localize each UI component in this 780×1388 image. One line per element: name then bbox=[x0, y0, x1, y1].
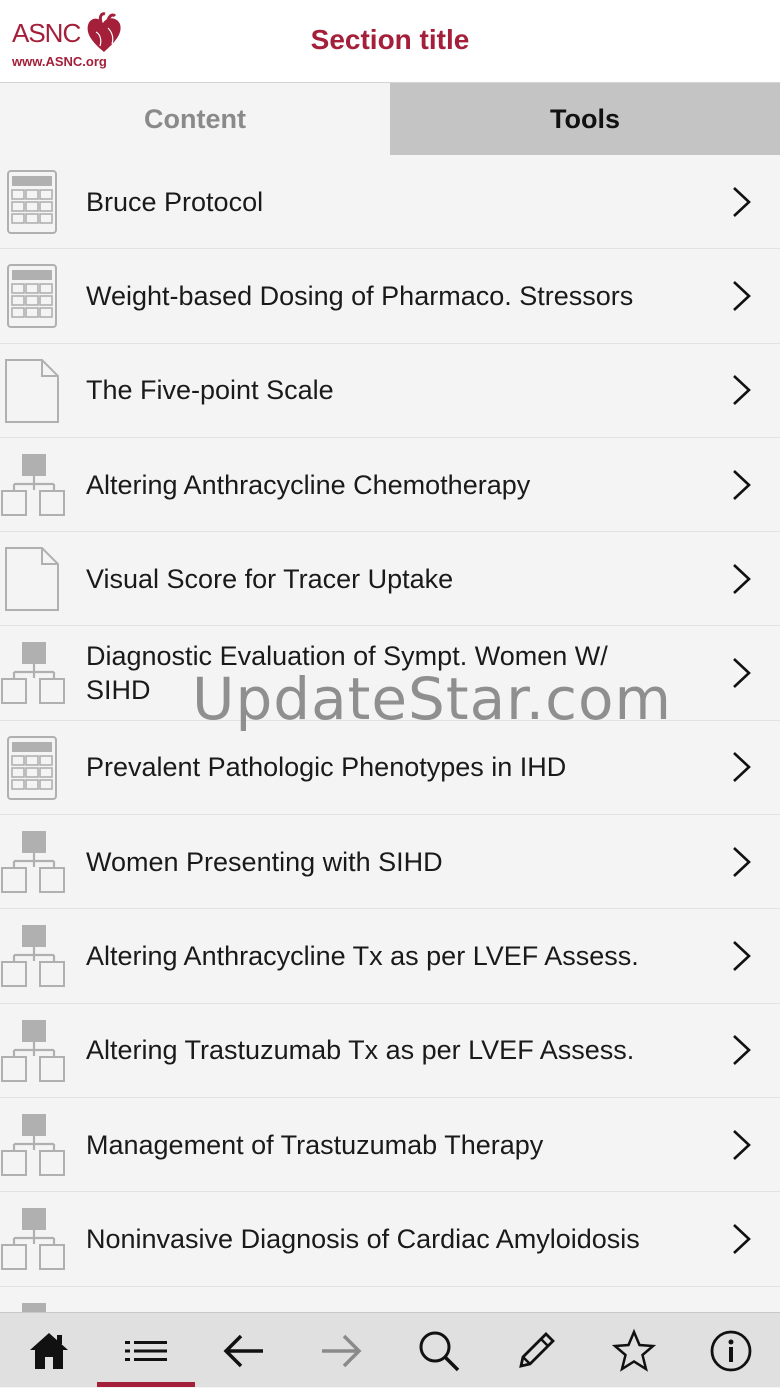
list-item[interactable]: Bruce Protocol bbox=[0, 155, 780, 249]
list-item-label: Visual Score for Tracer Uptake bbox=[86, 562, 670, 596]
pencil-icon bbox=[513, 1328, 559, 1374]
bottom-toolbar bbox=[0, 1312, 780, 1387]
list-item[interactable]: The Five-point Scale bbox=[0, 344, 780, 438]
forward-arrow-icon bbox=[318, 1328, 364, 1374]
chevron-right-icon bbox=[730, 1222, 754, 1256]
active-tab-indicator bbox=[97, 1382, 195, 1387]
list-item[interactable]: Altering Anthracycline Tx as per LVEF As… bbox=[0, 909, 780, 1003]
home-icon bbox=[26, 1328, 72, 1374]
list-item[interactable]: Diagnostic Evaluation of Sympt. Women W/… bbox=[0, 626, 780, 720]
flowchart-icon bbox=[0, 1018, 66, 1084]
chevron-right-icon bbox=[730, 656, 754, 690]
chevron-right-icon bbox=[730, 939, 754, 973]
list-item-label: Prevalent Pathologic Phenotypes in IHD bbox=[86, 750, 670, 784]
list-item[interactable]: Altering Trastuzumab Tx as per LVEF Asse… bbox=[0, 1004, 780, 1098]
list-item-label: Management of Trastuzumab Therapy bbox=[86, 1128, 670, 1162]
tools-list: Bruce Protocol Weight-based Dosing of Pha… bbox=[0, 155, 780, 1312]
tab-content[interactable]: Content bbox=[0, 83, 390, 155]
flowchart-icon bbox=[0, 1206, 66, 1272]
back-arrow-icon bbox=[221, 1328, 267, 1374]
home-button[interactable] bbox=[0, 1313, 98, 1388]
flowchart-icon bbox=[0, 1112, 66, 1178]
list-item[interactable]: Weight-based Dosing of Pharmaco. Stresso… bbox=[0, 249, 780, 343]
list-item-label: Noninvasive Diagnosis of Cardiac Amyloid… bbox=[86, 1222, 670, 1256]
info-button[interactable] bbox=[683, 1313, 780, 1388]
calculator-icon bbox=[0, 263, 66, 329]
search-button[interactable] bbox=[390, 1313, 488, 1388]
list-item[interactable] bbox=[0, 1287, 780, 1312]
list-item[interactable]: Women Presenting with SIHD bbox=[0, 815, 780, 909]
app-header: ASNC www.ASNC.org Section title bbox=[0, 0, 780, 83]
chevron-right-icon bbox=[730, 750, 754, 784]
calculator-icon bbox=[0, 169, 66, 235]
document-icon bbox=[0, 546, 66, 612]
chevron-right-icon bbox=[730, 1128, 754, 1162]
chevron-right-icon bbox=[730, 468, 754, 502]
list-item-label: Altering Trastuzumab Tx as per LVEF Asse… bbox=[86, 1033, 670, 1067]
star-icon bbox=[611, 1328, 657, 1374]
edit-button[interactable] bbox=[488, 1313, 586, 1388]
search-icon bbox=[416, 1328, 462, 1374]
list-item[interactable]: Management of Trastuzumab Therapy bbox=[0, 1098, 780, 1192]
list-item-label: The Five-point Scale bbox=[86, 373, 670, 407]
list-item[interactable]: Altering Anthracycline Chemotherapy bbox=[0, 438, 780, 532]
list-button[interactable] bbox=[98, 1313, 196, 1388]
chevron-right-icon bbox=[730, 562, 754, 596]
chevron-right-icon bbox=[730, 185, 754, 219]
list-icon bbox=[123, 1328, 169, 1374]
chevron-right-icon bbox=[730, 373, 754, 407]
favorites-button[interactable] bbox=[585, 1313, 683, 1388]
forward-button[interactable] bbox=[293, 1313, 391, 1388]
list-item-label: Diagnostic Evaluation of Sympt. Women W/… bbox=[86, 639, 670, 707]
tab-tools[interactable]: Tools bbox=[390, 83, 780, 155]
tab-bar: Content Tools bbox=[0, 83, 780, 155]
chevron-right-icon bbox=[730, 845, 754, 879]
chevron-right-icon bbox=[730, 279, 754, 313]
list-item-label: Altering Anthracycline Tx as per LVEF As… bbox=[86, 939, 670, 973]
list-item[interactable]: Visual Score for Tracer Uptake bbox=[0, 532, 780, 626]
calculator-icon bbox=[0, 735, 66, 801]
section-title: Section title bbox=[0, 24, 780, 56]
flowchart-icon bbox=[0, 640, 66, 706]
list-item-label: Bruce Protocol bbox=[86, 185, 670, 219]
info-icon bbox=[708, 1328, 754, 1374]
list-item[interactable]: Prevalent Pathologic Phenotypes in IHD bbox=[0, 721, 780, 815]
list-item-label: Altering Anthracycline Chemotherapy bbox=[86, 468, 670, 502]
flowchart-icon bbox=[0, 829, 66, 895]
logo-url: www.ASNC.org bbox=[12, 54, 107, 69]
flowchart-icon bbox=[0, 452, 66, 518]
flowchart-icon bbox=[0, 1301, 66, 1312]
list-item-label: Weight-based Dosing of Pharmaco. Stresso… bbox=[86, 279, 670, 313]
back-button[interactable] bbox=[195, 1313, 293, 1388]
list-item-label: Women Presenting with SIHD bbox=[86, 845, 670, 879]
document-icon bbox=[0, 358, 66, 424]
list-item[interactable]: Noninvasive Diagnosis of Cardiac Amyloid… bbox=[0, 1192, 780, 1286]
flowchart-icon bbox=[0, 923, 66, 989]
chevron-right-icon bbox=[730, 1033, 754, 1067]
